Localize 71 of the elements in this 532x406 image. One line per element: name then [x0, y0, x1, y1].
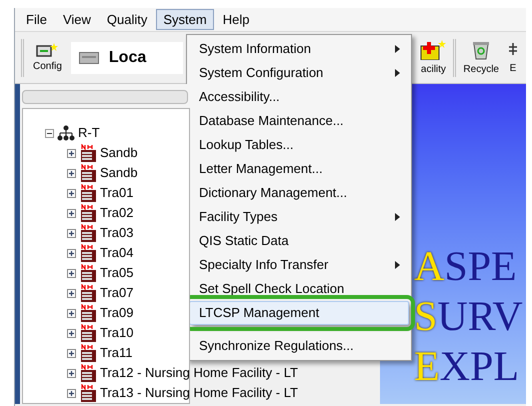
toolbar-button[interactable]: acility [417, 40, 450, 76]
expand-toggle[interactable] [67, 368, 76, 378]
tree-item[interactable]: R-T [78, 123, 100, 143]
expand-toggle[interactable] [67, 308, 76, 318]
menu-item[interactable]: Facility Types [189, 205, 409, 229]
tree-item[interactable]: Tra11 [100, 343, 133, 363]
menu-item[interactable]: System [156, 9, 214, 30]
tree-item[interactable]: Tra13 - Nursing Home Facility - LT [100, 383, 298, 403]
toolbar-button[interactable]: E [506, 40, 520, 74]
recycle-button[interactable]: Recycle [460, 40, 502, 76]
menu-item[interactable]: Synchronize Regulations... [189, 334, 409, 358]
facility-icon [79, 224, 97, 242]
menu-item[interactable]: Specialty Info Transfer [189, 253, 409, 277]
facility-icon [79, 344, 97, 362]
menu-item[interactable]: Accessibility... [189, 85, 409, 109]
tree-item[interactable]: Tra10 [100, 323, 134, 343]
config-button[interactable]: Config [30, 42, 65, 72]
splash-title: ASPE [414, 243, 518, 292]
facility-icon [79, 324, 97, 342]
location-field[interactable]: Loca [70, 42, 183, 74]
facility-icon [79, 304, 97, 322]
facility-icon [79, 284, 97, 302]
tree-item[interactable]: Tra04 [100, 243, 134, 263]
facility-icon [79, 184, 97, 202]
splash-title: EXPL [414, 343, 520, 392]
splash-title: SURV [414, 293, 524, 342]
menu-item[interactable]: Dictionary Management... [189, 181, 409, 205]
expand-toggle[interactable] [67, 148, 76, 158]
tree-item[interactable]: Sandb [100, 143, 138, 163]
menu-item[interactable]: System Configuration [189, 61, 409, 85]
menu-item[interactable]: Quality [100, 9, 154, 30]
expand-toggle[interactable] [67, 348, 76, 358]
facility-icon [79, 384, 97, 402]
tree-item[interactable]: Tra05 [100, 263, 134, 283]
expand-toggle[interactable] [67, 228, 76, 238]
hierarchy-icon [57, 125, 75, 141]
facility-icon [79, 204, 97, 222]
facility-icon [79, 144, 97, 162]
tree-item[interactable]: Tra02 [100, 203, 134, 223]
menu-item[interactable]: Letter Management... [189, 157, 409, 181]
expand-toggle[interactable] [67, 188, 76, 198]
tree-item[interactable]: Tra03 [100, 223, 134, 243]
tree-item[interactable]: Tra01 [100, 183, 134, 203]
expand-toggle[interactable] [67, 248, 76, 258]
expand-toggle[interactable] [67, 168, 76, 178]
expand-toggle[interactable] [67, 328, 76, 338]
expand-toggle[interactable] [67, 388, 76, 398]
building-icon [420, 40, 446, 60]
menu-item[interactable]: File [19, 9, 54, 30]
menu-item[interactable]: Help [216, 9, 256, 30]
collapse-toggle[interactable] [45, 128, 54, 138]
facility-icon [79, 364, 97, 382]
menu-item[interactable]: Set Spell Check Location [189, 277, 409, 301]
expand-toggle[interactable] [67, 268, 76, 278]
menu-item[interactable]: Database Maintenance... [189, 109, 409, 133]
expand-toggle[interactable] [67, 288, 76, 298]
monitor-icon [78, 52, 99, 64]
expand-toggle[interactable] [67, 208, 76, 218]
tree-item[interactable]: Tra12 - Nursing Home Facility - LT [100, 363, 298, 383]
monitor-icon [36, 42, 58, 56]
facility-icon [79, 264, 97, 282]
menu-item[interactable]: Lookup Tables... [189, 133, 409, 157]
tree-item[interactable]: Tra09 [100, 303, 134, 323]
tree-item[interactable]: Tra07 [100, 283, 134, 303]
facility-icon [79, 244, 97, 262]
facility-icon [79, 164, 97, 182]
trash-bin-icon [472, 40, 490, 60]
menu-item[interactable]: View [56, 9, 98, 30]
tree-item[interactable]: Sandb [100, 163, 138, 183]
menu-item[interactable]: System Information [189, 37, 409, 61]
menu-item[interactable]: QIS Static Data [189, 229, 409, 253]
